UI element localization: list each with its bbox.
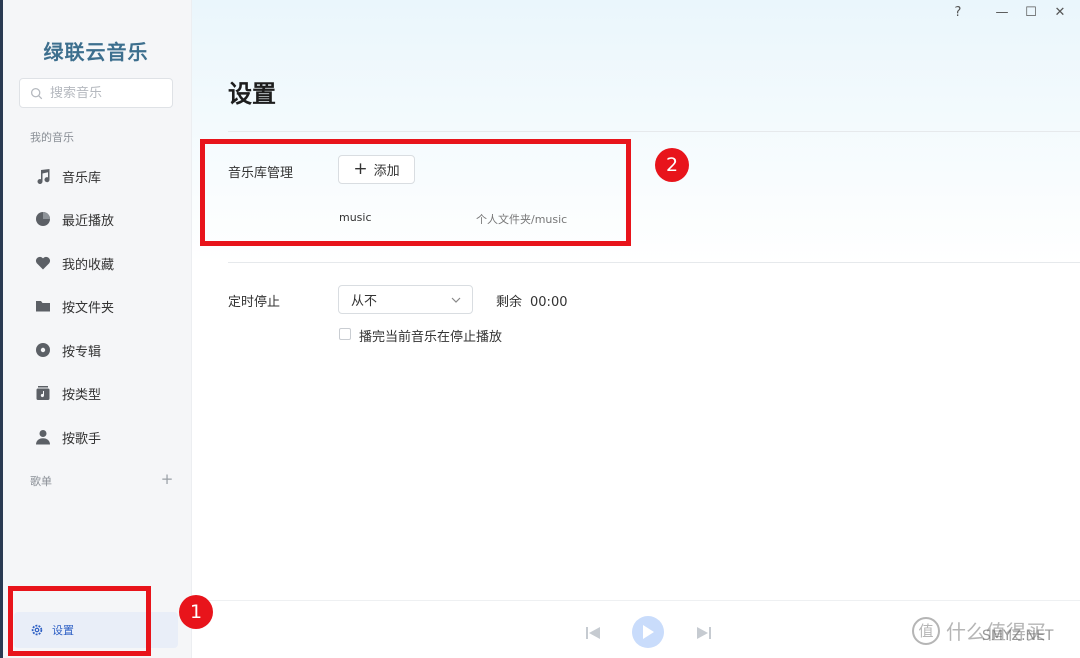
- help-button[interactable]: ?: [949, 5, 967, 20]
- stop-after-current-label: 播完当前音乐在停止播放: [359, 330, 503, 345]
- remaining-value: 00:00: [530, 295, 568, 310]
- maximize-button[interactable]: ☐: [1022, 5, 1040, 20]
- sidebar-item-albums[interactable]: 按专辑: [19, 332, 179, 368]
- sidebar-item-recent[interactable]: 最近播放: [19, 201, 179, 237]
- next-track-button[interactable]: [695, 624, 713, 642]
- annotation-badge-1: 1: [179, 595, 213, 629]
- desktop-edge: [0, 0, 3, 658]
- main-panel: ? — ☐ ✕ 设置 音乐库管理 + 添加 music 个人文件夹/music …: [192, 0, 1080, 658]
- previous-icon: [586, 627, 600, 639]
- add-playlist-button[interactable]: +: [159, 471, 175, 487]
- genre-icon: [36, 386, 50, 400]
- sidebar-item-label: 按类型: [62, 387, 102, 403]
- close-button[interactable]: ✕: [1051, 5, 1069, 20]
- annotation-badge-2: 2: [655, 148, 689, 182]
- player-bar-divider: [192, 600, 1080, 601]
- sidebar-item-label: 我的收藏: [62, 257, 115, 273]
- app-logo: 绿联云音乐: [43, 40, 149, 64]
- remaining-time: 剩余 00:00: [496, 291, 567, 310]
- timer-stop-label: 定时停止: [228, 295, 281, 310]
- sidebar-item-singers[interactable]: 按歌手: [19, 419, 179, 455]
- stop-after-current-checkbox[interactable]: [339, 328, 351, 340]
- timer-selected-value: 从不: [351, 294, 378, 309]
- search-box[interactable]: [19, 78, 173, 108]
- search-icon: [30, 87, 43, 99]
- watermark-site: SMYZ.NET: [982, 628, 1054, 644]
- heart-icon: [35, 256, 51, 270]
- sidebar-item-favorites[interactable]: 我的收藏: [19, 245, 179, 281]
- music-note-icon: [37, 169, 50, 184]
- divider: [228, 262, 1080, 263]
- divider: [228, 131, 1080, 132]
- sidebar-item-genres[interactable]: 按类型: [19, 375, 179, 411]
- play-button[interactable]: [632, 616, 664, 648]
- search-input[interactable]: [50, 85, 160, 101]
- annotation-box-2: [200, 139, 631, 246]
- sidebar-item-library[interactable]: 音乐库: [19, 158, 179, 194]
- singer-icon: [36, 430, 50, 445]
- remaining-label: 剩余: [496, 295, 523, 310]
- sidebar: 绿联云音乐 我的音乐 音乐库 最近播放 我的收藏 按文件夹 按专辑 按类型 按歌…: [0, 0, 192, 658]
- sidebar-item-label: 最近播放: [62, 213, 115, 229]
- watermark: 值 什么值得买 SMYZ.NET: [912, 616, 1053, 645]
- clock-icon: [36, 212, 50, 226]
- sidebar-item-label: 按文件夹: [62, 300, 115, 316]
- page-title: 设置: [228, 80, 276, 108]
- previous-track-button[interactable]: [584, 624, 602, 642]
- sidebar-item-folders[interactable]: 按文件夹: [19, 288, 179, 324]
- next-icon: [697, 627, 711, 639]
- minimize-button[interactable]: —: [993, 5, 1011, 20]
- sidebar-item-label: 按专辑: [62, 344, 102, 360]
- sidebar-item-label: 音乐库: [62, 170, 102, 186]
- watermark-logo: 值: [912, 616, 940, 645]
- sidebar-item-label: 按歌手: [62, 431, 102, 447]
- play-icon: [643, 625, 654, 639]
- disc-icon: [36, 343, 50, 357]
- folder-icon: [36, 301, 50, 312]
- section-playlists: 歌单: [30, 475, 52, 488]
- annotation-box-1: [8, 586, 151, 656]
- timer-select[interactable]: 从不: [338, 285, 473, 314]
- chevron-down-icon: [451, 297, 461, 303]
- section-my-music: 我的音乐: [30, 131, 74, 144]
